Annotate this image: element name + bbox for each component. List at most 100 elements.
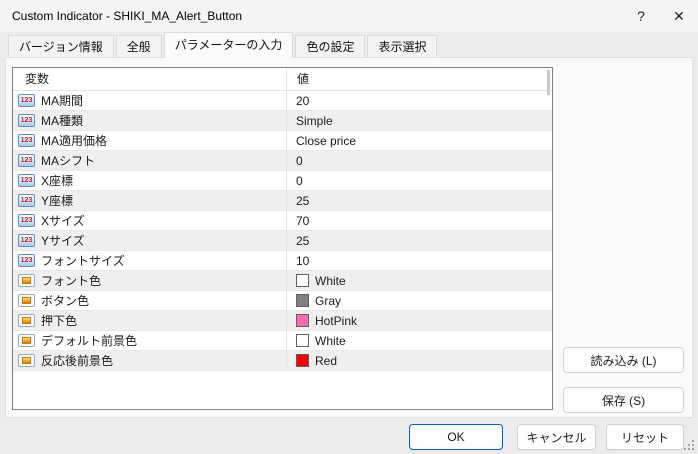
table-row[interactable]: ボタン色 Gray [13,291,552,311]
param-name: 押下色 [41,312,77,329]
param-name: フォント色 [41,272,101,289]
resize-grip-icon[interactable] [684,440,694,450]
help-icon: ? [637,8,645,24]
param-name: Y座標 [41,192,73,209]
numeric-param-icon: 123 [18,114,35,127]
numeric-param-icon: 123 [18,134,35,147]
cancel-button[interactable]: キャンセル [517,424,596,450]
param-name: X座標 [41,172,73,189]
color-swatch [296,314,309,327]
numeric-param-icon: 123 [18,194,35,207]
color-param-icon [18,334,35,347]
param-name: Yサイズ [41,232,85,249]
color-swatch [296,294,309,307]
param-value: Red [315,354,337,368]
param-name: 反応後前景色 [41,352,113,369]
table-row[interactable]: 123 フォントサイズ 10 [13,251,552,271]
table-row[interactable]: 押下色 HotPink [13,311,552,331]
param-name: フォントサイズ [41,252,125,269]
tab-color-settings[interactable]: 色の設定 [295,35,365,57]
table-row[interactable]: フォント色 White [13,271,552,291]
tab-parameter-input[interactable]: パラメーターの入力 [164,32,294,58]
color-param-icon [18,314,35,327]
color-param-icon [18,274,35,287]
param-name: デフォルト前景色 [41,332,137,349]
table-header: 変数 値 [13,68,552,91]
param-value-cell[interactable]: Close price [286,131,552,150]
param-value-cell[interactable]: White [286,271,552,290]
column-header-value: 値 [286,68,552,90]
numeric-param-icon: 123 [18,174,35,187]
param-name: MA適用価格 [41,132,107,149]
numeric-param-icon: 123 [18,94,35,107]
param-value-cell[interactable]: HotPink [286,311,552,330]
table-row[interactable]: 123 X座標 0 [13,171,552,191]
numeric-param-icon: 123 [18,154,35,167]
table-row[interactable]: 123 MA種類 Simple [13,111,552,131]
close-icon: ✕ [673,8,685,25]
param-value-cell[interactable]: 0 [286,151,552,170]
parameter-table: 変数 値 123 MA期間 20 123 MA種類 Simple [12,67,553,410]
param-value-cell[interactable]: 20 [286,91,552,110]
titlebar: Custom Indicator - SHIKI_MA_Alert_Button… [0,0,698,32]
table-scrollbar[interactable] [547,70,550,95]
param-value-cell[interactable]: 25 [286,231,552,250]
tab-strip: バージョン情報 全般 パラメーターの入力 色の設定 表示選択 [8,32,439,58]
param-value: 70 [296,214,309,228]
tab-version-info[interactable]: バージョン情報 [8,35,114,57]
param-value: 25 [296,234,309,248]
numeric-param-icon: 123 [18,254,35,267]
table-row[interactable]: 123 MA適用価格 Close price [13,131,552,151]
param-value-cell[interactable]: 10 [286,251,552,270]
param-value-cell[interactable]: Simple [286,111,552,130]
param-value: 10 [296,254,309,268]
param-value: Gray [315,294,341,308]
color-swatch [296,334,309,347]
param-value: 20 [296,94,309,108]
param-value: 0 [296,154,303,168]
param-value: 25 [296,194,309,208]
table-row[interactable]: 123 MA期間 20 [13,91,552,111]
color-swatch [296,274,309,287]
table-body: 123 MA期間 20 123 MA種類 Simple 123 [13,91,552,371]
load-button[interactable]: 読み込み (L) [563,347,684,373]
numeric-param-icon: 123 [18,234,35,247]
column-header-variable: 変数 [13,68,286,90]
table-row[interactable]: 123 Xサイズ 70 [13,211,552,231]
color-param-icon [18,354,35,367]
param-value: White [315,274,346,288]
param-value: Close price [296,134,356,148]
param-value-cell[interactable]: White [286,331,552,350]
color-param-icon [18,294,35,307]
save-button[interactable]: 保存 (S) [563,387,684,413]
param-value-cell[interactable]: 25 [286,191,552,210]
table-row[interactable]: 123 Y座標 25 [13,191,552,211]
param-name: MA種類 [41,112,83,129]
table-row[interactable]: 反応後前景色 Red [13,351,552,371]
tab-general[interactable]: 全般 [116,35,162,57]
param-value-cell[interactable]: 70 [286,211,552,230]
tab-display-selection[interactable]: 表示選択 [367,35,437,57]
ok-button[interactable]: OK [409,424,503,450]
param-name: Xサイズ [41,212,85,229]
table-row[interactable]: 123 MAシフト 0 [13,151,552,171]
param-value: Simple [296,114,333,128]
param-value-cell[interactable]: Gray [286,291,552,310]
parameter-tab-page: 変数 値 123 MA期間 20 123 MA種類 Simple [5,57,693,418]
param-value-cell[interactable]: 0 [286,171,552,190]
param-value-cell[interactable]: Red [286,351,552,370]
table-row[interactable]: 123 Yサイズ 25 [13,231,552,251]
param-name: MAシフト [41,152,95,169]
param-name: MA期間 [41,92,83,109]
table-row[interactable]: デフォルト前景色 White [13,331,552,351]
numeric-param-icon: 123 [18,214,35,227]
reset-button[interactable]: リセット [606,424,684,450]
help-button[interactable]: ? [622,0,660,32]
param-value: 0 [296,174,303,188]
param-name: ボタン色 [41,292,89,309]
color-swatch [296,354,309,367]
param-value: HotPink [315,314,357,328]
param-value: White [315,334,346,348]
window-title: Custom Indicator - SHIKI_MA_Alert_Button [12,0,242,32]
close-button[interactable]: ✕ [660,0,698,32]
